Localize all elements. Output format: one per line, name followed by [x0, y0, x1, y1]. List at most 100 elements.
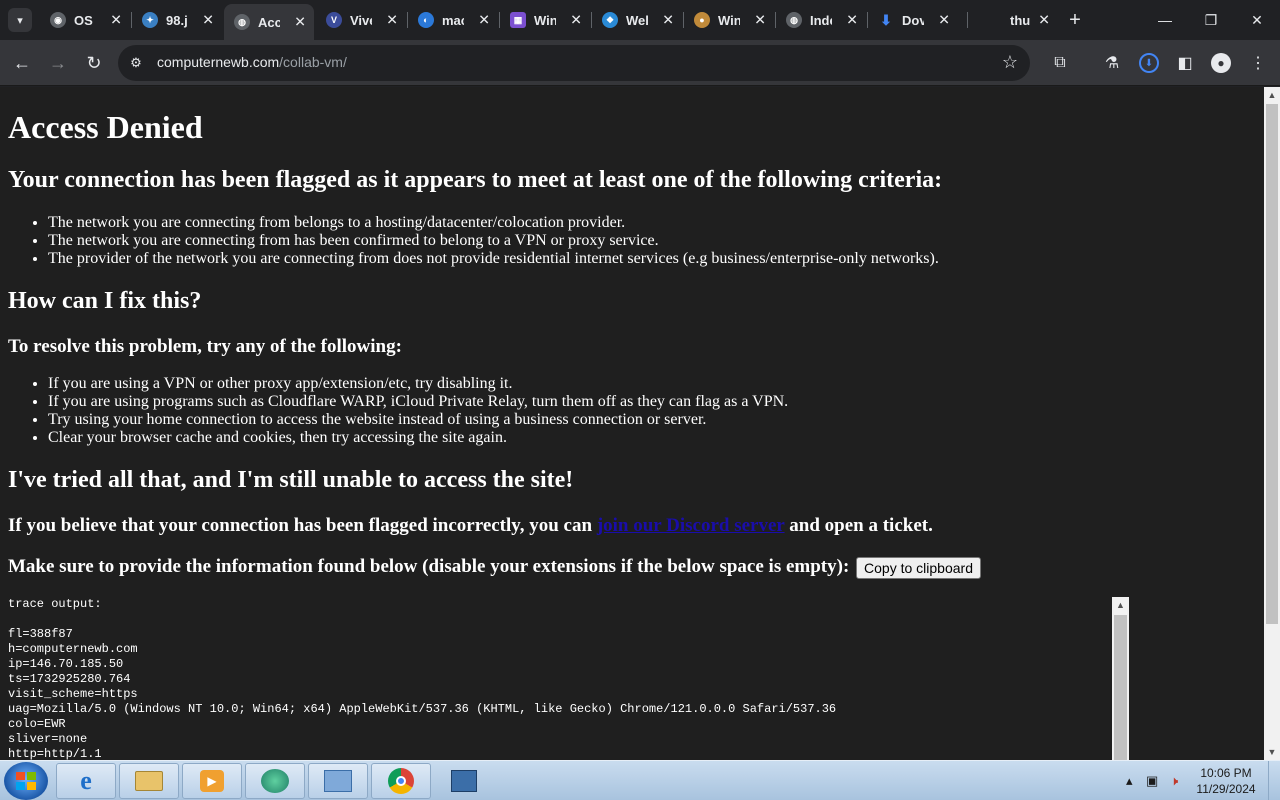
page-content: Access Denied Your connection has been f…: [0, 87, 1264, 760]
internet-explorer-icon[interactable]: e: [56, 763, 116, 799]
close-icon[interactable]: ✕: [110, 12, 122, 29]
tab-6[interactable]: ❖ Wel ✕: [592, 6, 682, 34]
scroll-up-icon[interactable]: ▲: [1112, 597, 1129, 613]
trace-line: [8, 612, 1128, 627]
close-icon[interactable]: ✕: [1038, 12, 1050, 29]
close-icon[interactable]: ✕: [938, 12, 950, 29]
url-text[interactable]: computernewb.com/collab-vm/: [157, 54, 347, 70]
reload-icon: ↻: [86, 52, 102, 73]
side-panel-icon[interactable]: ◧: [1173, 51, 1197, 75]
blank-favicon-icon: [978, 12, 994, 28]
url-path: /collab-vm/: [279, 54, 347, 70]
trace-line: sliver=none: [8, 732, 88, 746]
win-icon: ▦: [510, 12, 526, 28]
volume-muted-icon[interactable]: 🕨: [1170, 773, 1178, 789]
tab-2-active[interactable]: ◍ Acc ✕: [224, 4, 314, 40]
provide-info-text: Make sure to provide the information fou…: [8, 556, 981, 579]
reload-button[interactable]: ↻: [80, 49, 108, 77]
address-bar[interactable]: ⚙ computernewb.com/collab-vm/ ☆: [118, 45, 1030, 81]
winxp-icon: ●: [694, 12, 710, 28]
tab-title: Win: [534, 12, 556, 28]
profile-avatar-icon[interactable]: ●: [1209, 51, 1233, 75]
discord-link[interactable]: join our Discord server: [597, 515, 785, 536]
flagged-heading: Your connection has been flagged as it a…: [8, 167, 943, 193]
tab-9[interactable]: ⬇ Dov ✕: [868, 6, 958, 34]
chat-app-icon[interactable]: [245, 763, 305, 799]
close-icon[interactable]: ✕: [570, 12, 582, 29]
chrome-icon[interactable]: [371, 763, 431, 799]
trace-scrollbar[interactable]: ▲: [1112, 597, 1129, 760]
win-logo-icon: ❖: [602, 12, 618, 28]
scroll-down-icon[interactable]: ▼: [1264, 744, 1280, 760]
bookmark-star-icon[interactable]: ☆: [1002, 52, 1018, 73]
page-icon: ✦: [142, 12, 158, 28]
globe-icon: ◉: [50, 12, 66, 28]
close-icon[interactable]: ✕: [478, 12, 490, 29]
close-window-button[interactable]: ✕: [1234, 0, 1280, 40]
new-tab-button[interactable]: +: [1064, 8, 1086, 32]
tab-4[interactable]: ◐ mac ✕: [408, 6, 498, 34]
tab-title: Wel: [626, 12, 648, 28]
resolve-heading: To resolve this problem, try any of the …: [8, 336, 402, 357]
trace-output-box[interactable]: trace output: fl=388f87 h=computernewb.co…: [8, 597, 1128, 760]
fix-heading: How can I fix this?: [8, 288, 202, 314]
menu-kebab-icon[interactable]: ⋮: [1246, 51, 1270, 75]
provide-text: Make sure to provide the information fou…: [8, 556, 850, 577]
trace-line: ip=146.70.185.50: [8, 657, 124, 671]
trace-line: visit_scheme=https: [8, 687, 138, 701]
v9-icon: V: [326, 12, 342, 28]
site-info-icon[interactable]: ⚙: [128, 55, 144, 71]
url-host: computernewb.com: [157, 54, 280, 70]
copy-to-clipboard-button[interactable]: Copy to clipboard: [856, 556, 981, 579]
extensions-icon[interactable]: ⧉: [1048, 51, 1072, 75]
list-item: The provider of the network you are conn…: [48, 250, 939, 268]
start-button[interactable]: [4, 762, 48, 800]
minimize-button[interactable]: —: [1142, 0, 1188, 40]
forward-button[interactable]: →: [44, 49, 72, 77]
tab-title: Win: [718, 12, 740, 28]
close-icon[interactable]: ✕: [386, 12, 398, 29]
scroll-thumb[interactable]: [1114, 615, 1127, 760]
tab-3[interactable]: V Vive ✕: [316, 6, 406, 34]
tab-7[interactable]: ● Win ✕: [684, 6, 774, 34]
tray-expand-icon[interactable]: ▴: [1126, 773, 1133, 789]
close-icon: ✕: [1251, 11, 1263, 28]
network-monitor-icon[interactable]: [434, 763, 494, 799]
scroll-thumb[interactable]: [1266, 104, 1278, 624]
show-desktop-button[interactable]: [1268, 761, 1280, 800]
close-icon[interactable]: ✕: [294, 14, 306, 31]
still-unable-heading: I've tried all that, and I'm still unabl…: [8, 467, 574, 493]
fixes-list: If you are using a VPN or other proxy ap…: [48, 375, 788, 447]
download-progress-icon[interactable]: ⬇: [1137, 51, 1161, 75]
back-button[interactable]: ←: [8, 49, 36, 77]
tab-8[interactable]: ◍ Inde ✕: [776, 6, 866, 34]
tab-10[interactable]: thu ✕: [968, 6, 1058, 34]
tab-title: 98.j: [166, 12, 188, 28]
clock-time: 10:06 PM: [1200, 766, 1252, 780]
media-player-icon[interactable]: ▶: [182, 763, 242, 799]
close-icon[interactable]: ✕: [202, 12, 214, 29]
page-title: Access Denied: [8, 109, 203, 145]
restore-button[interactable]: ❐: [1188, 0, 1234, 40]
tray-monitor-icon[interactable]: ▣: [1146, 773, 1158, 789]
control-panel-icon[interactable]: [308, 763, 368, 799]
system-clock[interactable]: 10:06 PM 11/29/2024: [1194, 765, 1258, 797]
close-icon[interactable]: ✕: [662, 12, 674, 29]
labs-flask-icon[interactable]: ⚗: [1100, 51, 1124, 75]
tab-0[interactable]: ◉ OS ✕: [40, 6, 130, 34]
tab-title: mac: [442, 12, 464, 28]
incorrect-flag-text: If you believe that your connection has …: [8, 515, 933, 537]
file-explorer-icon[interactable]: [119, 763, 179, 799]
close-icon[interactable]: ✕: [846, 12, 858, 29]
list-item: Try using your home connection to access…: [48, 411, 788, 429]
incorrect-pre: If you believe that your connection has …: [8, 515, 593, 536]
windows-taskbar: e ▶ ▴ ▣ 🕨 10:06 PM 11/29/2024: [0, 760, 1280, 800]
plus-icon: +: [1069, 8, 1081, 31]
tab-search-button[interactable]: ▾: [8, 8, 32, 32]
tab-5[interactable]: ▦ Win ✕: [500, 6, 590, 34]
computernewb-icon: ◍: [234, 14, 250, 30]
page-scrollbar[interactable]: ▲ ▼: [1264, 87, 1280, 760]
scroll-up-icon[interactable]: ▲: [1264, 87, 1280, 103]
tab-1[interactable]: ✦ 98.j ✕: [132, 6, 222, 34]
close-icon[interactable]: ✕: [754, 12, 766, 29]
